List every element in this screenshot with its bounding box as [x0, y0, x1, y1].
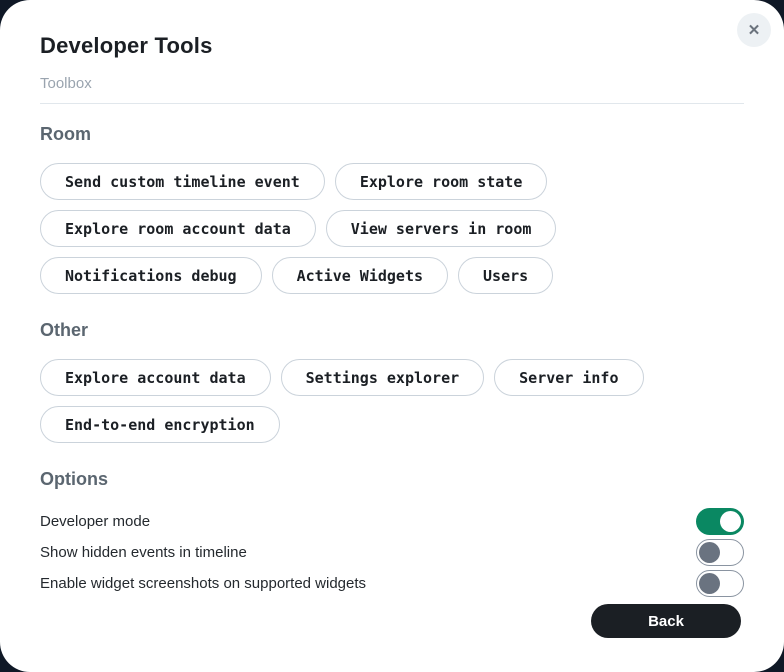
toggle-widget-screenshots[interactable]	[696, 570, 744, 597]
dialog-title: Developer Tools	[40, 34, 744, 58]
option-row-developer-mode: Developer mode	[40, 508, 744, 535]
developer-tools-dialog: ✕ Developer Tools Toolbox Room Send cust…	[0, 0, 784, 672]
option-label: Enable widget screenshots on supported w…	[40, 574, 366, 593]
button-notifications-debug[interactable]: Notifications debug	[40, 257, 262, 294]
button-explore-account-data[interactable]: Explore account data	[40, 359, 271, 396]
other-buttons: Explore account data Settings explorer S…	[40, 359, 744, 443]
button-explore-room-state[interactable]: Explore room state	[335, 163, 548, 200]
option-label: Developer mode	[40, 512, 150, 531]
close-button[interactable]: ✕	[737, 13, 771, 47]
button-view-servers-in-room[interactable]: View servers in room	[326, 210, 557, 247]
section-heading-room: Room	[40, 124, 744, 145]
button-users[interactable]: Users	[458, 257, 553, 294]
toolbox-breadcrumb: Toolbox	[40, 74, 744, 104]
options-list: Developer mode Show hidden events in tim…	[40, 508, 744, 597]
section-heading-other: Other	[40, 320, 744, 341]
section-heading-options: Options	[40, 469, 744, 490]
button-end-to-end-encryption[interactable]: End-to-end encryption	[40, 406, 280, 443]
toggle-knob	[699, 542, 720, 563]
room-buttons: Send custom timeline event Explore room …	[40, 163, 744, 294]
toggle-knob	[720, 511, 741, 532]
option-row-show-hidden-events: Show hidden events in timeline	[40, 539, 744, 566]
back-button[interactable]: Back	[591, 604, 741, 638]
option-label: Show hidden events in timeline	[40, 543, 247, 562]
toggle-developer-mode[interactable]	[696, 508, 744, 535]
button-server-info[interactable]: Server info	[494, 359, 643, 396]
button-active-widgets[interactable]: Active Widgets	[272, 257, 448, 294]
option-row-widget-screenshots: Enable widget screenshots on supported w…	[40, 570, 744, 597]
toggle-show-hidden-events[interactable]	[696, 539, 744, 566]
button-explore-room-account-data[interactable]: Explore room account data	[40, 210, 316, 247]
toggle-knob	[699, 573, 720, 594]
button-send-custom-timeline-event[interactable]: Send custom timeline event	[40, 163, 325, 200]
close-icon: ✕	[748, 23, 761, 38]
button-settings-explorer[interactable]: Settings explorer	[281, 359, 485, 396]
